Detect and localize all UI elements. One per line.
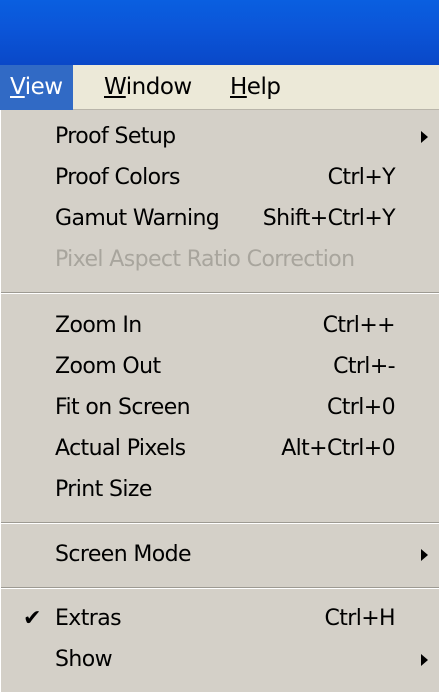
shortcut-label: Ctrl++ [322,313,396,338]
menu-separator [1,522,439,524]
menu-item-print-size[interactable]: Print Size [1,473,439,507]
shortcut-label: Ctrl+Y [327,165,396,190]
menu-item-screen-mode[interactable]: Screen Mode [1,538,439,572]
submenu-arrow-icon [421,549,428,561]
submenu-arrow-icon [421,654,428,666]
shortcut-label: Alt+Ctrl+0 [281,436,395,461]
menu-item-actual-pixels[interactable]: Actual Pixels Alt+Ctrl+0 [1,432,439,466]
menu-item-show[interactable]: Show [1,643,439,677]
submenu-arrow-icon [421,131,428,143]
menu-item-gamut-warning[interactable]: Gamut Warning Shift+Ctrl+Y [1,202,439,236]
menu-item-fit-on-screen[interactable]: Fit on Screen Ctrl+0 [1,391,439,425]
menu-item-proof-colors[interactable]: Proof Colors Ctrl+Y [1,161,439,195]
shortcut-label: Ctrl+0 [327,395,396,420]
menu-item-extras[interactable]: ✔ Extras Ctrl+H [1,602,439,636]
menu-item-zoom-out[interactable]: Zoom Out Ctrl+- [1,350,439,384]
menu-window[interactable]: Window [94,65,202,110]
shortcut-label: Shift+Ctrl+Y [262,206,396,231]
view-dropdown-menu: Proof Setup Proof Colors Ctrl+Y Gamut Wa… [0,110,439,692]
menu-item-pixel-aspect-ratio-correction: Pixel Aspect Ratio Correction [55,247,355,272]
menu-bar: View Window Help [0,65,439,110]
shortcut-label: Ctrl+H [324,606,395,631]
menu-view[interactable]: View [0,65,73,110]
title-bar [0,0,439,65]
menu-item-zoom-in[interactable]: Zoom In Ctrl++ [1,309,439,343]
menu-separator [1,587,439,589]
menu-help[interactable]: Help [220,65,290,110]
menu-separator [1,292,439,294]
shortcut-label: Ctrl+- [333,354,396,379]
checkmark-icon: ✔ [23,606,41,631]
menu-item-proof-setup[interactable]: Proof Setup [1,120,439,154]
